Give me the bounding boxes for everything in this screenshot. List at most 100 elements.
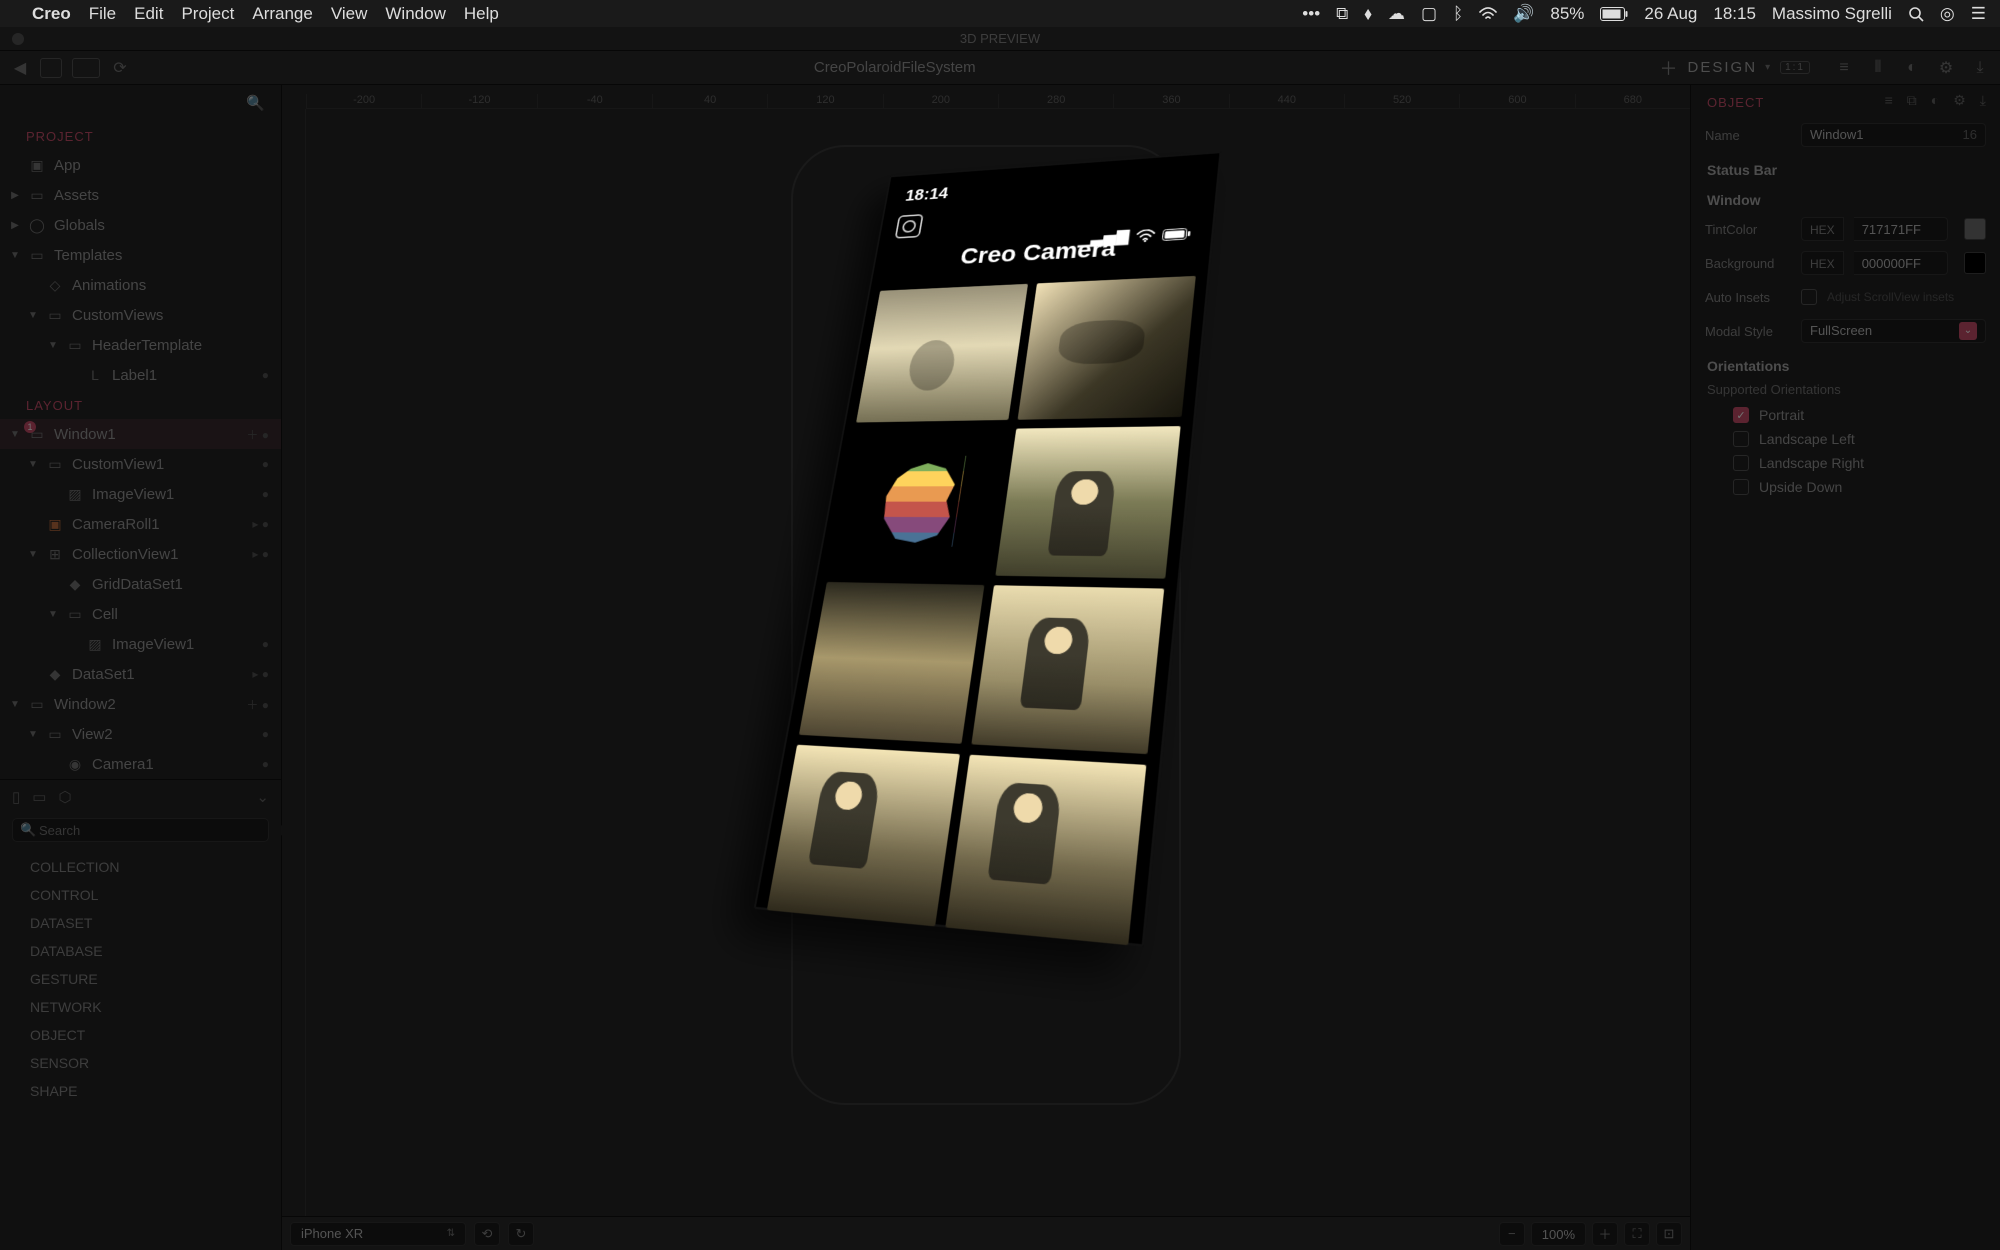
zoom-in-button[interactable]: ＋ bbox=[1592, 1222, 1618, 1246]
lib-cat-control[interactable]: CONTROL bbox=[0, 881, 281, 909]
tintcolor-field[interactable]: 717171FF bbox=[1854, 217, 1948, 241]
export-icon[interactable]: ⤓ bbox=[1970, 58, 1990, 78]
disclosure-icon[interactable]: ▶ bbox=[10, 220, 20, 231]
disclosure-icon[interactable]: ▼ bbox=[48, 609, 58, 620]
lib-cat-dataset[interactable]: DATASET bbox=[0, 909, 281, 937]
checkbox-icon[interactable]: ✓ bbox=[1733, 407, 1749, 423]
menu-window[interactable]: Window bbox=[385, 4, 445, 24]
mode-chevron-icon[interactable]: ▾ bbox=[1765, 62, 1772, 73]
menu-file[interactable]: File bbox=[89, 4, 116, 24]
bluetooth-icon[interactable]: ᛒ bbox=[1453, 4, 1463, 24]
lib-cat-gesture[interactable]: GESTURE bbox=[0, 965, 281, 993]
disclosure-icon[interactable]: ▼ bbox=[28, 549, 38, 560]
cloud-icon[interactable]: ☁ bbox=[1388, 4, 1405, 24]
tab-appearance-icon[interactable]: ◐ bbox=[1931, 92, 1939, 108]
align-icon[interactable]: ≡ bbox=[1834, 58, 1854, 78]
lib-cat-database[interactable]: DATABASE bbox=[0, 937, 281, 965]
orientation-landscape-right[interactable]: Landscape Right bbox=[1733, 451, 1986, 475]
notification-center-icon[interactable]: ☰ bbox=[1971, 4, 1986, 24]
sidebar-item-camera1[interactable]: ▶◉ Camera1 ● bbox=[0, 749, 281, 779]
sidebar-item-imageview1a[interactable]: ▶▨ ImageView1 ● bbox=[0, 479, 281, 509]
photo-cell[interactable] bbox=[767, 745, 960, 927]
menu-arrange[interactable]: Arrange bbox=[252, 4, 312, 24]
volume-icon[interactable]: 🔊 bbox=[1513, 4, 1534, 24]
distribute-icon[interactable]: ⫴ bbox=[1868, 58, 1888, 78]
add-button[interactable]: ＋ bbox=[1660, 55, 1680, 81]
sidebar-item-cell[interactable]: ▼ ▭ Cell bbox=[0, 599, 281, 629]
sidebar-item-view2[interactable]: ▼ ▭ View2 ● bbox=[0, 719, 281, 749]
sidebar-item-dataset1[interactable]: ▶◆ DataSet1 ▸ ● bbox=[0, 659, 281, 689]
tool-cube-icon[interactable]: ⬡ bbox=[58, 788, 71, 806]
tool-rect-icon[interactable]: ▭ bbox=[32, 788, 46, 806]
orientation-upside-down[interactable]: Upside Down bbox=[1733, 475, 1986, 499]
sidebar-item-collectionview1[interactable]: ▼ ⊞ CollectionView1 ▸ ● bbox=[0, 539, 281, 569]
dropbox-icon[interactable]: ⬧ bbox=[1364, 4, 1372, 24]
library-search-input[interactable] bbox=[12, 818, 269, 842]
disclosure-icon[interactable]: ▼ bbox=[28, 459, 38, 470]
disclosure-icon[interactable]: ▼ bbox=[48, 340, 58, 351]
orientation-toggle-button[interactable]: ⟲ bbox=[474, 1222, 500, 1246]
sidebar-item-window2[interactable]: ▼ ▭ Window2 ＋ ● bbox=[0, 689, 281, 719]
background-swatch[interactable] bbox=[1964, 252, 1986, 274]
menu-help[interactable]: Help bbox=[464, 4, 499, 24]
disclosure-icon[interactable]: ▼ bbox=[10, 699, 20, 710]
row-badge[interactable]: ▸ ● bbox=[252, 547, 281, 561]
sidebar-item-customviews[interactable]: ▼ ▭ CustomViews bbox=[0, 300, 281, 330]
menu-edit[interactable]: Edit bbox=[134, 4, 163, 24]
back-button[interactable]: ◀ bbox=[10, 58, 30, 78]
app-menu[interactable]: Creo bbox=[32, 4, 71, 24]
disclosure-icon[interactable]: ▼ bbox=[28, 729, 38, 740]
window-close-button[interactable] bbox=[12, 33, 24, 45]
lib-cat-network[interactable]: NETWORK bbox=[0, 993, 281, 1021]
sidebar-item-assets[interactable]: ▶ ▭ Assets bbox=[0, 180, 281, 210]
wifi-icon[interactable] bbox=[1479, 7, 1497, 21]
sidebar-item-animations[interactable]: ▶◇ Animations bbox=[0, 270, 281, 300]
background-field[interactable]: 000000FF bbox=[1854, 251, 1948, 275]
orientation-portrait[interactable]: ✓ Portrait bbox=[1733, 403, 1986, 427]
zoom-value[interactable]: 100% bbox=[1531, 1222, 1586, 1246]
refresh-button[interactable]: ↻ bbox=[508, 1222, 534, 1246]
sidebar-item-label1[interactable]: ▶L Label1 ● bbox=[0, 360, 281, 390]
sidebar-item-imageview1b[interactable]: ▶▨ ImageView1 ● bbox=[0, 629, 281, 659]
spotlight-icon[interactable] bbox=[1908, 6, 1924, 22]
photo-cell[interactable] bbox=[971, 585, 1164, 754]
photo-cell[interactable] bbox=[995, 426, 1180, 579]
menubar-user[interactable]: Massimo Sgrelli bbox=[1772, 4, 1892, 24]
checkbox-icon[interactable] bbox=[1733, 455, 1749, 471]
preview-3d[interactable]: 18:14 ▁▃▅▇ Creo Camera bbox=[810, 100, 1190, 920]
sidebar-item-window1[interactable]: ▼ ▭1 Window1 ＋ ● bbox=[0, 419, 281, 449]
airplay-icon[interactable]: ▢ bbox=[1421, 4, 1437, 24]
tab-layers-icon[interactable]: ⧉ bbox=[1907, 92, 1917, 109]
tab-code-icon[interactable]: ⤓ bbox=[1980, 92, 1986, 109]
lib-cat-object[interactable]: OBJECT bbox=[0, 1021, 281, 1049]
lib-cat-collection[interactable]: COLLECTION bbox=[0, 853, 281, 881]
orientation-landscape-left[interactable]: Landscape Left bbox=[1733, 427, 1986, 451]
sidebar-item-globals[interactable]: ▶ ◯ Globals bbox=[0, 210, 281, 240]
sidebar-item-cameraroll1[interactable]: ▶▣ CameraRoll1 ▸ ● bbox=[0, 509, 281, 539]
tintcolor-swatch[interactable] bbox=[1964, 218, 1986, 240]
menubar-date[interactable]: 26 Aug bbox=[1644, 4, 1697, 24]
tool-chevron-icon[interactable]: ⌄ bbox=[256, 788, 269, 806]
siri-icon[interactable]: ◎ bbox=[1940, 4, 1955, 24]
photo-cell[interactable] bbox=[945, 755, 1146, 945]
toolbar-layout-icon[interactable] bbox=[72, 58, 100, 78]
photo-cell[interactable] bbox=[856, 284, 1028, 423]
pixel-badge[interactable]: 1:1 bbox=[1780, 61, 1810, 74]
battery-icon[interactable] bbox=[1600, 7, 1628, 21]
row-badge[interactable]: ＋ ● bbox=[246, 426, 281, 443]
sidebar-item-customview1[interactable]: ▼ ▭ CustomView1 ● bbox=[0, 449, 281, 479]
row-badge[interactable]: ▸ ● bbox=[252, 517, 281, 531]
photo-cell[interactable] bbox=[799, 582, 984, 744]
preview-device[interactable]: 18:14 ▁▃▅▇ Creo Camera bbox=[754, 152, 1222, 947]
tab-align-icon[interactable]: ≡ bbox=[1885, 92, 1893, 108]
sidebar-item-headertemplate[interactable]: ▼ ▭ HeaderTemplate bbox=[0, 330, 281, 360]
menu-project[interactable]: Project bbox=[181, 4, 234, 24]
device-select[interactable]: iPhone XR ⇅ bbox=[290, 1222, 466, 1246]
tray-app-icon[interactable]: ⧉ bbox=[1336, 4, 1348, 24]
toolbar-device-icon[interactable] bbox=[40, 58, 62, 78]
disclosure-icon[interactable]: ▼ bbox=[10, 250, 20, 261]
zoom-fit-button[interactable]: ⛶ bbox=[1624, 1222, 1650, 1246]
sidebar-item-app[interactable]: ▶▣ App bbox=[0, 150, 281, 180]
lib-cat-shape[interactable]: SHAPE bbox=[0, 1077, 281, 1105]
photo-cell[interactable] bbox=[1018, 276, 1196, 420]
